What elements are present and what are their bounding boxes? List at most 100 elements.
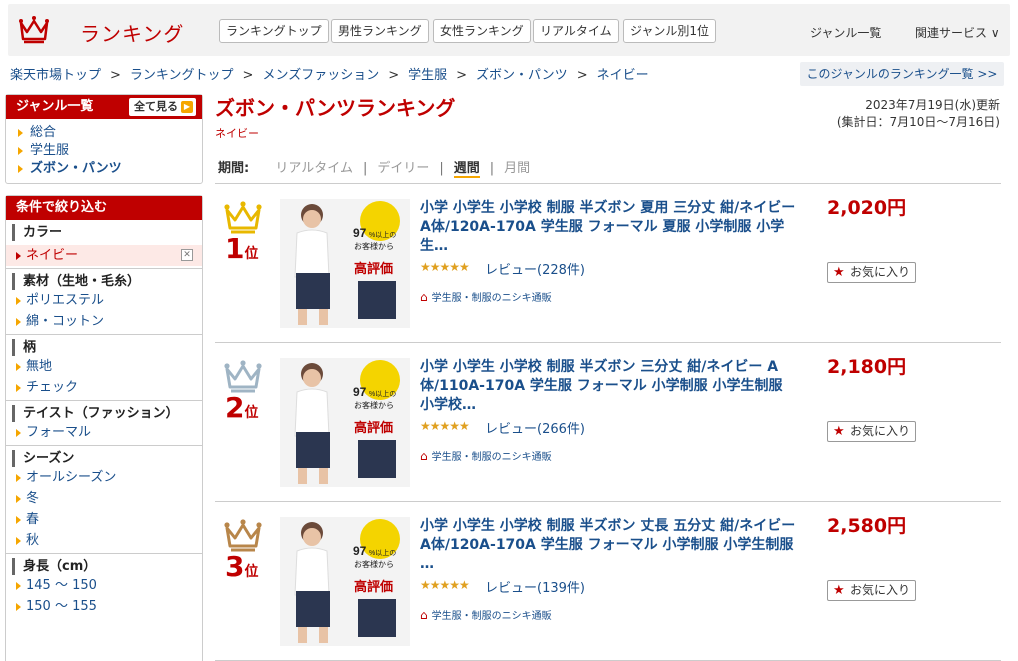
filter-title: シーズン xyxy=(12,450,202,467)
review-count: レビュー(139件) xyxy=(485,581,585,596)
see-all-button[interactable]: 全て見る ▶ xyxy=(129,98,196,116)
product-image[interactable]: 97 %以上の お客様から 高評価 xyxy=(280,199,410,328)
product-title-link[interactable]: 小学 小学生 小学校 制服 半ズボン 三分丈 紺/ネイビー A体/110A-17… xyxy=(420,358,800,415)
rank-suffix: 位 xyxy=(244,564,259,580)
clear-filter-icon[interactable]: ✕ xyxy=(181,249,193,261)
product-photo-graphic: 97 %以上の お客様から 高評価 xyxy=(280,358,410,487)
filter-item-height-150[interactable]: 150 〜 155 xyxy=(6,596,202,617)
nav-men-ranking[interactable]: 男性ランキング xyxy=(331,19,429,43)
filter-item-polyester[interactable]: ポリエステル xyxy=(6,290,202,311)
crumb-sep: > xyxy=(110,68,121,83)
crumb-rakuten-top[interactable]: 楽天市場トップ xyxy=(10,68,101,83)
filter-item-winter[interactable]: 冬 xyxy=(6,488,202,509)
period-label: 期間: xyxy=(218,161,250,176)
thumb-percent: 97 xyxy=(353,226,367,240)
genre-list-link[interactable]: ジャンル一覧 xyxy=(810,24,881,41)
review-link[interactable]: レビュー(228件) xyxy=(485,259,585,278)
shop-link[interactable]: ⌂ 学生服・制服のニシキ通販 xyxy=(420,289,552,304)
thumb-line2: お客様から xyxy=(354,400,394,410)
period-daily[interactable]: デイリー xyxy=(377,161,429,176)
crumb-mens-fashion[interactable]: メンズファッション xyxy=(262,68,379,83)
rank-suffix: 位 xyxy=(244,405,259,421)
rank-number: 3位 xyxy=(225,550,258,589)
nav-genre-first[interactable]: ジャンル別1位 xyxy=(623,19,717,43)
shop-home-icon: ⌂ xyxy=(420,449,428,463)
shop-link[interactable]: ⌂ 学生服・制服のニシキ通販 xyxy=(420,448,552,463)
crumb-pants[interactable]: ズボン・パンツ xyxy=(476,68,568,83)
product-price: 2,020円 xyxy=(827,197,907,219)
add-favorite-button[interactable]: ★ お気に入り xyxy=(827,580,916,601)
product-image[interactable]: 97 %以上の お客様から 高評価 xyxy=(280,517,410,646)
arrow-right-icon: ▶ xyxy=(181,101,193,113)
genre-box-title: ジャンル一覧 xyxy=(16,99,94,114)
nav-ranking-top[interactable]: ランキングトップ xyxy=(219,19,329,43)
filter-item-cotton[interactable]: 綿・コットン xyxy=(6,311,202,332)
rank-value: 3 xyxy=(225,550,245,583)
period-realtime[interactable]: リアルタイム xyxy=(275,161,353,176)
product-image[interactable]: 97 %以上の お客様から 高評価 xyxy=(280,358,410,487)
filter-item-check[interactable]: チェック xyxy=(6,377,202,398)
crumb-school-uniform[interactable]: 学生服 xyxy=(408,68,447,83)
nav-women-ranking[interactable]: 女性ランキング xyxy=(433,19,531,43)
filter-item-navy[interactable]: ネイビー ✕ xyxy=(6,245,202,266)
product-price: 2,180円 xyxy=(827,356,907,378)
ranking-item: 3位 97 %以上の お客様から 高評価 小学 小学生 小学校 制服 半ズボン … xyxy=(215,502,1001,661)
rank-value: 1 xyxy=(225,232,245,265)
period-monthly[interactable]: 月間 xyxy=(504,161,530,176)
rank-crown-icon xyxy=(224,519,262,552)
shop-name: 学生服・制服のニシキ通販 xyxy=(431,452,552,463)
star-icon: ★ xyxy=(833,583,845,598)
rank-number: 1位 xyxy=(225,232,258,271)
crown-logo-icon[interactable] xyxy=(18,13,50,45)
period-weekly[interactable]: 週間 xyxy=(453,161,480,178)
crumb-navy[interactable]: ネイビー xyxy=(597,68,649,83)
product-photo-graphic: 97 %以上の お客様から 高評価 xyxy=(280,199,410,328)
star-icon: ★ xyxy=(833,265,845,280)
shop-link[interactable]: ⌂ 学生服・制服のニシキ通販 xyxy=(420,607,552,622)
filter-item-all-season[interactable]: オールシーズン xyxy=(6,467,202,488)
ranking-item: 1位 97 %以上の お客様から 高評価 小学 小学生 小学校 制服 半ズボン … xyxy=(215,184,1001,343)
filter-item-label: ネイビー xyxy=(26,248,79,263)
product-title-link[interactable]: 小学 小学生 小学校 制服 半ズボン 夏用 三分丈 紺/ネイビー A体/120A… xyxy=(420,199,800,256)
genre-item-pants[interactable]: ズボン・パンツ xyxy=(6,160,202,178)
review-count: レビュー(228件) xyxy=(485,263,585,278)
filter-item-autumn[interactable]: 秋 xyxy=(6,530,202,551)
thumb-line2: お客様から xyxy=(354,559,394,569)
genre-item-school-uniform[interactable]: 学生服 xyxy=(6,142,202,160)
filter-item-height-145[interactable]: 145 〜 150 xyxy=(6,575,202,596)
see-all-label: 全て見る xyxy=(134,100,178,113)
product-photo-graphic: 97 %以上の お客様から 高評価 xyxy=(280,517,410,646)
thumb-percent-unit: %以上の xyxy=(369,548,396,557)
rank-suffix: 位 xyxy=(244,246,259,262)
thumb-line3: 高評価 xyxy=(354,261,393,276)
thumb-line2: お客様から xyxy=(354,241,394,251)
filter-item-plain[interactable]: 無地 xyxy=(6,356,202,377)
divider xyxy=(215,342,1001,343)
product-title-link[interactable]: 小学 小学生 小学校 制服 半ズボン 丈長 五分丈 紺/ネイビー A体/120A… xyxy=(420,517,800,574)
filter-item-formal[interactable]: フォーマル xyxy=(6,422,202,443)
add-favorite-button[interactable]: ★ お気に入り xyxy=(827,421,916,442)
filter-box-header: 条件で絞り込む xyxy=(6,196,202,220)
genre-box-header: ジャンル一覧 全て見る ▶ xyxy=(6,95,202,119)
filter-title: 柄 xyxy=(12,339,202,356)
genre-item-all[interactable]: 総合 xyxy=(6,124,202,142)
crumb-sep: > xyxy=(456,68,468,83)
review-count: レビュー(266件) xyxy=(485,422,585,437)
add-favorite-button[interactable]: ★ お気に入り xyxy=(827,262,916,283)
related-services-menu[interactable]: 関連サービス ∨ xyxy=(915,24,1000,41)
crumb-sep: > xyxy=(242,68,254,83)
filter-box: 条件で絞り込む カラー ネイビー ✕ 素材（生地・毛糸） ポリエステル 綿・コッ… xyxy=(5,195,203,661)
genre-ranking-list-link[interactable]: このジャンルのランキング一覧 >> xyxy=(800,62,1004,86)
logo-text[interactable]: ランキング xyxy=(80,18,184,47)
crumb-ranking-top[interactable]: ランキングトップ xyxy=(130,68,234,83)
rank-crown-icon xyxy=(224,201,262,234)
filter-season: シーズン オールシーズン 冬 春 秋 xyxy=(6,445,202,553)
nav-realtime[interactable]: リアルタイム xyxy=(533,19,619,43)
review-link[interactable]: レビュー(266件) xyxy=(485,418,585,437)
page-subtitle: ネイビー xyxy=(215,127,259,140)
filter-title: 素材（生地・毛糸） xyxy=(12,273,202,290)
filter-item-spring[interactable]: 春 xyxy=(6,509,202,530)
filter-title: カラー xyxy=(12,224,202,241)
review-link[interactable]: レビュー(139件) xyxy=(485,577,585,596)
filter-title: 身長（cm） xyxy=(12,558,202,575)
